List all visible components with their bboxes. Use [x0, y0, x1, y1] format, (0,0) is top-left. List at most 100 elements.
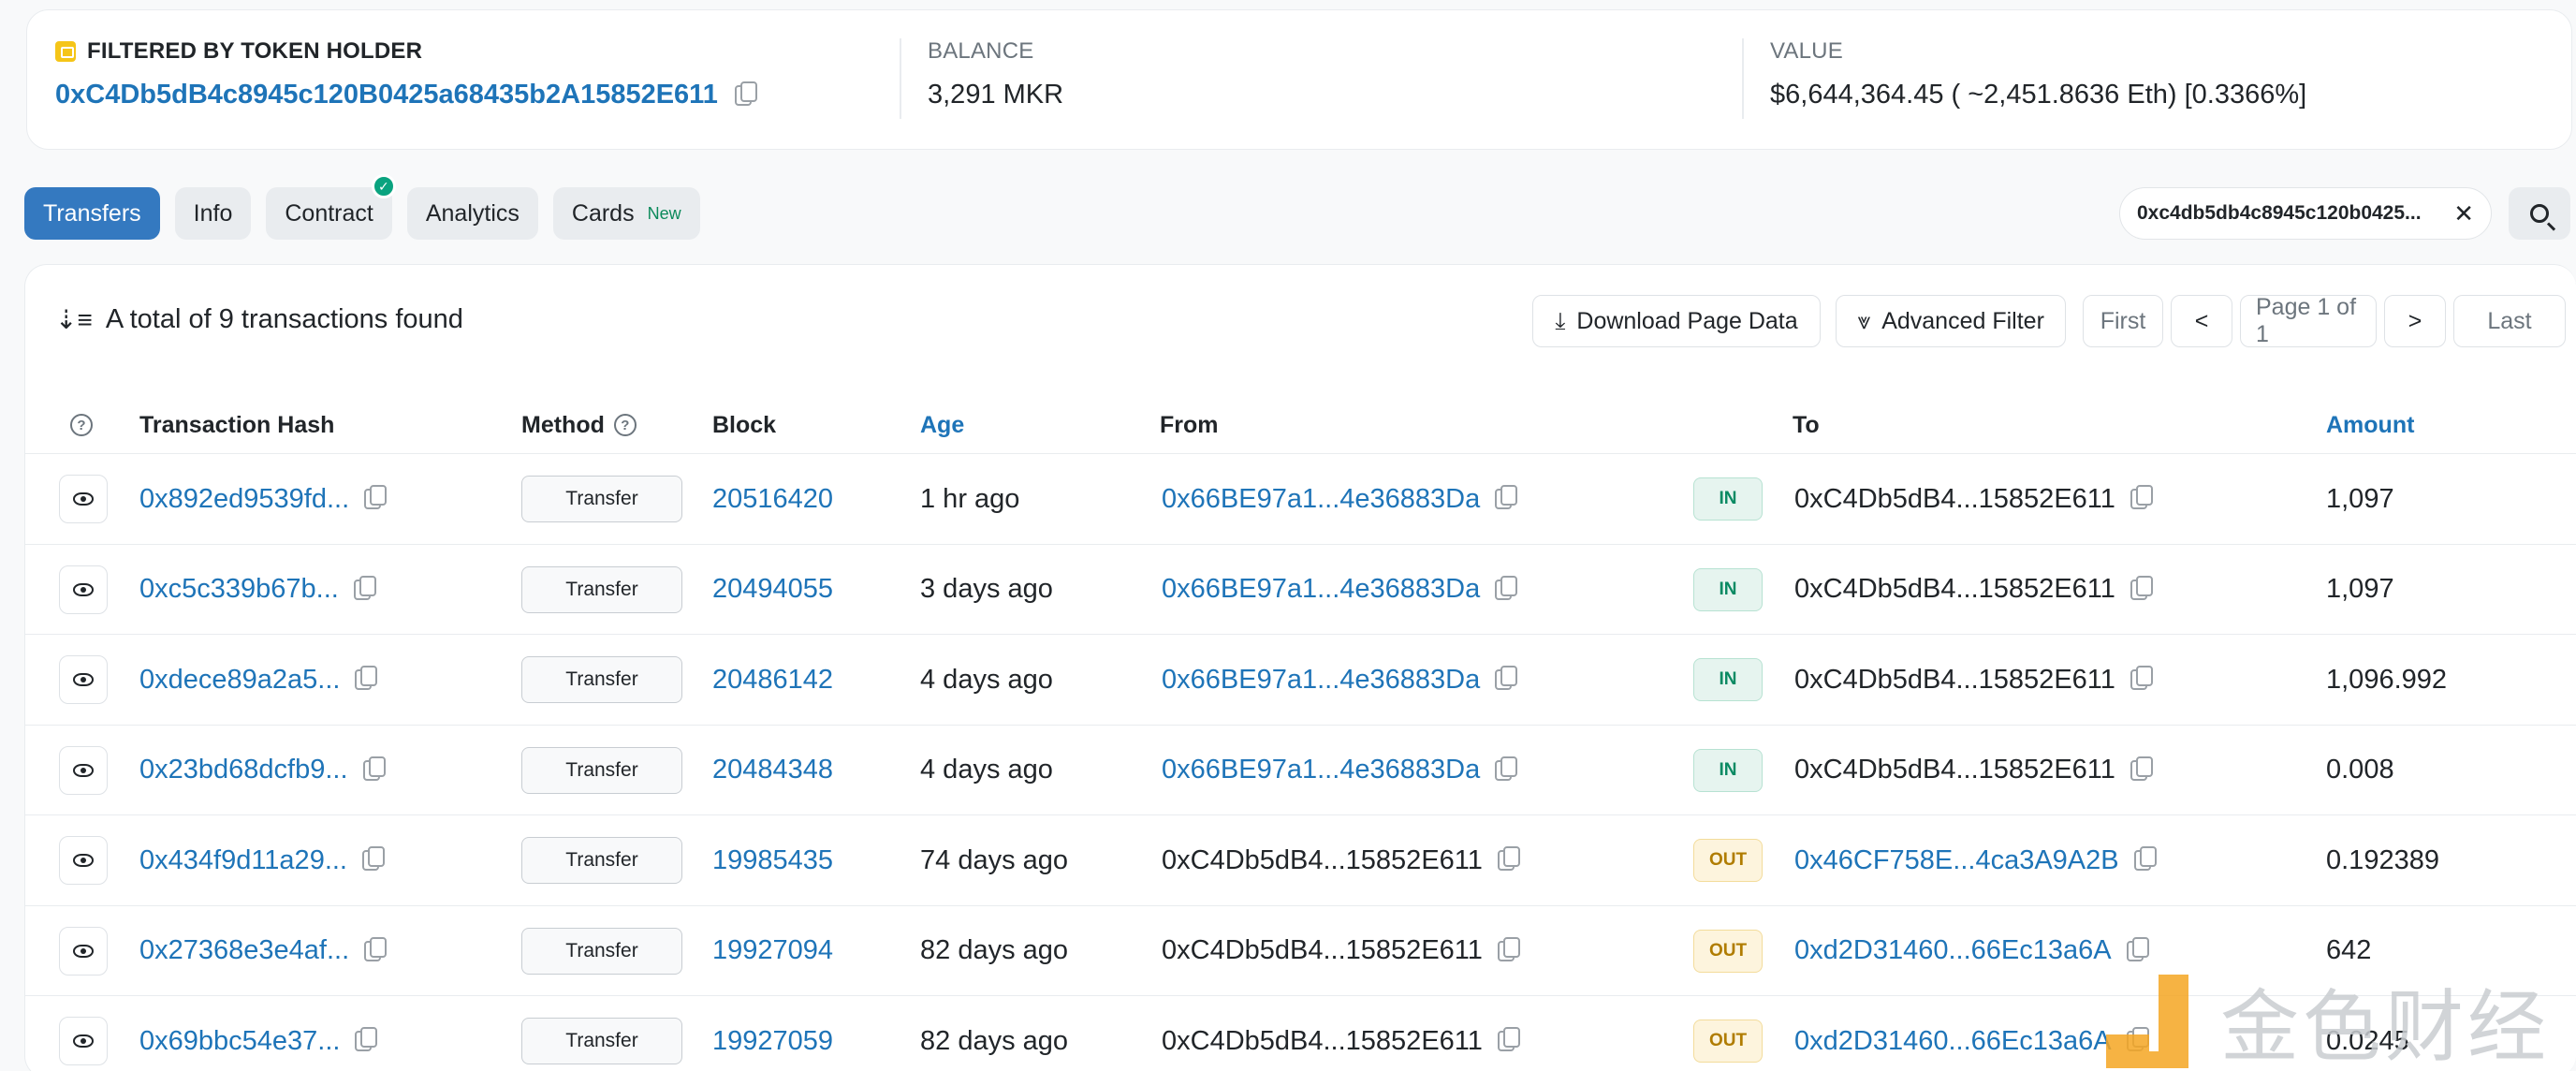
copy-icon[interactable] [355, 1027, 378, 1051]
copy-icon[interactable] [353, 575, 376, 600]
copy-icon[interactable] [2130, 575, 2153, 600]
from-address: 0xC4Db5dB4...15852E611 [1162, 935, 1483, 965]
help-icon[interactable]: ? [613, 414, 637, 436]
direction-badge: IN [1693, 748, 1763, 792]
col-transaction-hash: Transaction Hash [139, 411, 335, 438]
tx-hash-link[interactable]: 0x69bbc54e37... [139, 1026, 340, 1057]
tab-transfers[interactable]: Transfers [24, 187, 160, 240]
copy-icon[interactable] [1497, 1027, 1520, 1051]
jinse-logo-icon [2106, 974, 2200, 1068]
help-icon[interactable]: ? [70, 414, 93, 436]
col-age[interactable]: Age [920, 396, 964, 454]
last-page-button[interactable]: Last [2453, 295, 2566, 347]
copy-icon[interactable] [2130, 756, 2153, 781]
amount-value: 0.008 [2326, 755, 2394, 785]
copy-icon[interactable] [1495, 575, 1518, 600]
age-text: 4 days ago [920, 664, 1053, 695]
tab-contract[interactable]: Contract ✓ [266, 174, 396, 240]
table-header: ? Transaction Hash Method ? Block Age Fr… [25, 396, 2576, 454]
download-page-data-button[interactable]: ⤓ Download Page Data [1532, 295, 1821, 347]
tab-cards[interactable]: Cards New [552, 187, 700, 240]
table-row: 0x23bd68dcfb9... Transfer 20484348 4 day… [25, 726, 2576, 815]
method-badge: Transfer [521, 565, 682, 613]
page-indicator: Page 1 of 1 [2240, 294, 2377, 347]
prev-page-button[interactable]: < [2171, 295, 2232, 347]
new-badge: New [647, 203, 681, 223]
copy-icon[interactable] [2130, 485, 2153, 509]
view-details-button[interactable] [59, 565, 108, 614]
block-link[interactable]: 19927059 [712, 1026, 833, 1057]
block-link[interactable]: 20484348 [712, 755, 833, 785]
tx-hash-link[interactable]: 0x434f9d11a29... [139, 845, 347, 876]
copy-icon[interactable] [362, 756, 386, 781]
col-method: Method ? [521, 396, 637, 454]
copy-icon[interactable] [2130, 666, 2153, 690]
copy-icon[interactable] [2126, 936, 2149, 961]
from-address: 0xC4Db5dB4...15852E611 [1162, 844, 1483, 875]
view-details-button[interactable] [59, 836, 108, 885]
age-text: 82 days ago [920, 1025, 1069, 1056]
from-address-link[interactable]: 0x66BE97a1...4e36883Da [1162, 574, 1480, 605]
copy-icon[interactable] [364, 485, 388, 509]
to-address-link[interactable]: 0xd2D31460...66Ec13a6A [1794, 1026, 2112, 1057]
copy-icon[interactable] [1495, 485, 1518, 509]
age-text: 74 days ago [920, 844, 1069, 875]
tab-info[interactable]: Info [174, 187, 252, 240]
tx-hash-link[interactable]: 0xc5c339b67b... [139, 574, 339, 605]
to-address: 0xC4Db5dB4...15852E611 [1794, 664, 2115, 695]
eye-icon [73, 582, 94, 596]
copy-icon[interactable] [1497, 936, 1520, 961]
copy-icon[interactable] [1497, 846, 1520, 871]
filter-label: FILTERED BY TOKEN HOLDER [87, 38, 423, 64]
holder-section: FILTERED BY TOKEN HOLDER 0xC4Db5dB4c8945… [55, 38, 757, 110]
block-link[interactable]: 20486142 [712, 665, 833, 696]
view-details-button[interactable] [59, 655, 108, 704]
from-address-link[interactable]: 0x66BE97a1...4e36883Da [1162, 665, 1480, 696]
amount-value: 1,097 [2326, 483, 2394, 514]
view-details-button[interactable] [59, 1017, 108, 1065]
from-address-link[interactable]: 0x66BE97a1...4e36883Da [1162, 755, 1480, 785]
next-page-button[interactable]: > [2384, 295, 2446, 347]
address-filter-chip: 0xc4db5db4c8945c120b0425... ✕ [2119, 187, 2492, 240]
method-badge: Transfer [521, 746, 682, 794]
search-button[interactable] [2509, 187, 2570, 240]
transactions-summary: A total of 9 transactions found [105, 304, 463, 334]
copy-icon[interactable] [355, 666, 378, 690]
view-details-button[interactable] [59, 926, 108, 976]
search-icon [2530, 204, 2549, 223]
block-link[interactable]: 20516420 [712, 484, 833, 515]
block-link[interactable]: 20494055 [712, 574, 833, 605]
to-address-link[interactable]: 0x46CF758E...4ca3A9A2B [1794, 845, 2119, 876]
tab-analytics[interactable]: Analytics [406, 187, 538, 240]
holder-address-link[interactable]: 0xC4Db5dB4c8945c120B0425a68435b2A15852E6… [55, 80, 718, 110]
to-address: 0xC4Db5dB4...15852E611 [1794, 755, 2115, 785]
tx-hash-link[interactable]: 0xdece89a2a5... [139, 665, 340, 696]
balance-section: BALANCE 3,291 MKR [900, 38, 1063, 119]
copy-icon[interactable] [2133, 846, 2157, 871]
advanced-filter-button[interactable]: ⩔ Advanced Filter [1836, 295, 2066, 347]
tx-hash-link[interactable]: 0x23bd68dcfb9... [139, 755, 348, 785]
close-icon[interactable]: ✕ [2453, 199, 2474, 228]
col-amount[interactable]: Amount [2326, 396, 2414, 454]
copy-icon[interactable] [1495, 666, 1518, 690]
to-address-link[interactable]: 0xd2D31460...66Ec13a6A [1794, 935, 2112, 966]
copy-icon[interactable] [1495, 756, 1518, 781]
copy-icon[interactable] [364, 936, 388, 961]
first-page-button[interactable]: First [2083, 295, 2163, 347]
tx-hash-link[interactable]: 0x892ed9539fd... [139, 484, 349, 515]
from-address-link[interactable]: 0x66BE97a1...4e36883Da [1162, 484, 1480, 515]
token-holder-card: FILTERED BY TOKEN HOLDER 0xC4Db5dB4c8945… [26, 9, 2572, 150]
block-link[interactable]: 19985435 [712, 845, 833, 876]
eye-icon [73, 763, 94, 777]
block-link[interactable]: 19927094 [712, 935, 833, 966]
copy-icon[interactable] [362, 846, 385, 871]
view-details-button[interactable] [59, 745, 108, 795]
balance-value: 3,291 MKR [928, 80, 1064, 110]
copy-icon[interactable] [734, 81, 757, 106]
amount-value: 1,096.992 [2326, 664, 2448, 695]
eye-icon [73, 854, 94, 867]
view-details-button[interactable] [59, 475, 108, 523]
col-from: From [1160, 411, 1219, 438]
value-label: VALUE [1770, 38, 1843, 64]
tx-hash-link[interactable]: 0x27368e3e4af... [139, 935, 349, 966]
